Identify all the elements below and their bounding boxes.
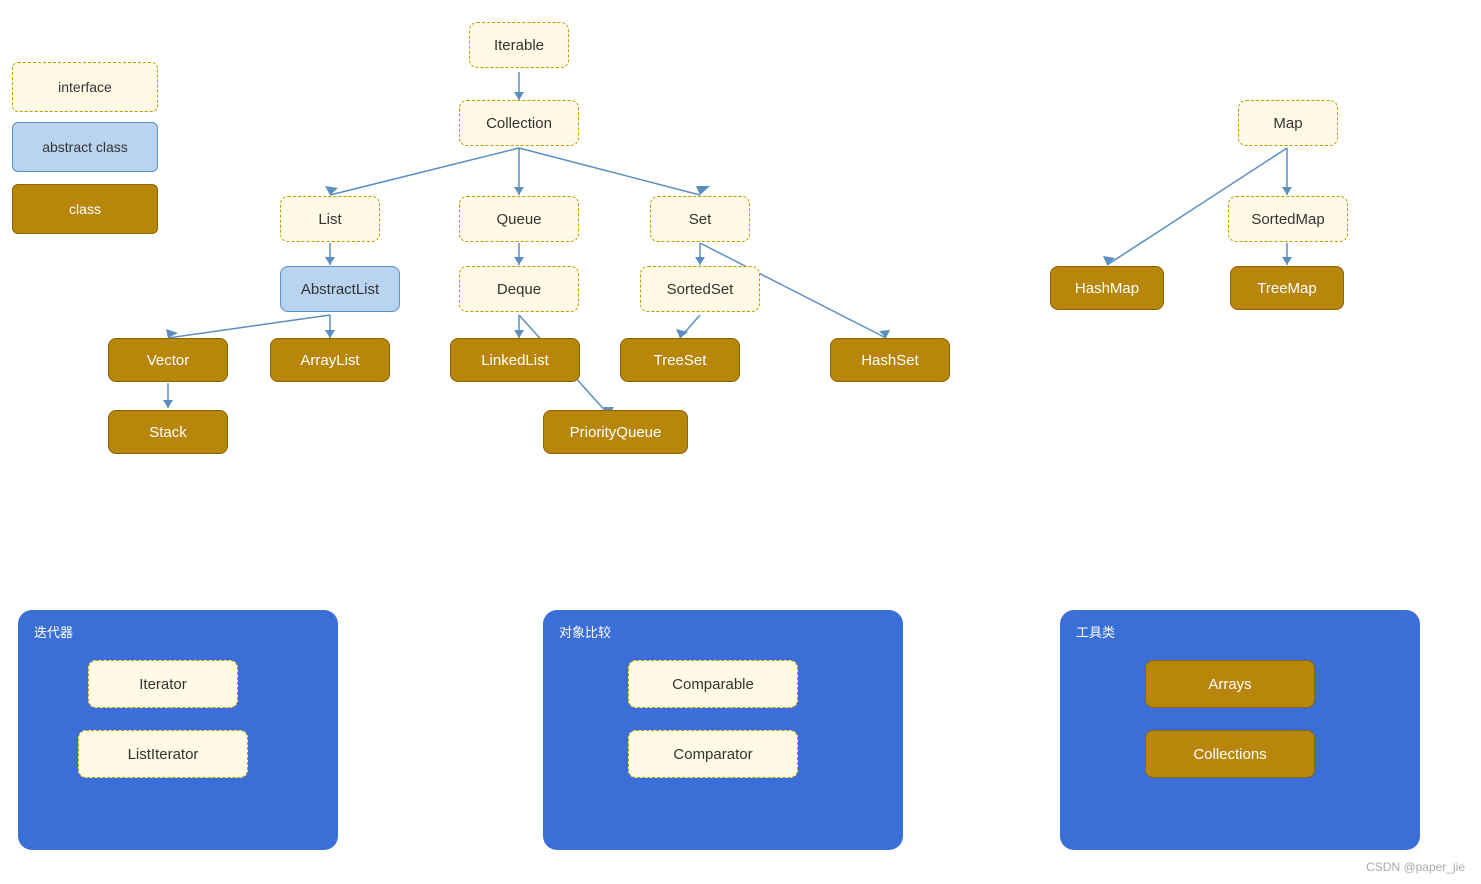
node-priority-queue: PriorityQueue xyxy=(543,410,688,454)
node-iterable: Iterable xyxy=(469,22,569,68)
watermark: CSDN @paper_jie xyxy=(1366,860,1465,874)
node-linked-list: LinkedList xyxy=(450,338,580,382)
node-sorted-set: SortedSet xyxy=(640,266,760,312)
node-hash-map: HashMap xyxy=(1050,266,1164,310)
legend-class: class xyxy=(12,184,158,234)
node-collection: Collection xyxy=(459,100,579,146)
legend-class-label: class xyxy=(69,201,101,217)
panel-compare: 对象比较 Comparable Comparator xyxy=(543,610,903,850)
node-tree-set: TreeSet xyxy=(620,338,740,382)
panel-compare-title: 对象比较 xyxy=(559,622,611,641)
node-queue: Queue xyxy=(459,196,579,242)
node-deque: Deque xyxy=(459,266,579,312)
node-collections: Collections xyxy=(1145,730,1315,778)
node-list-iterator: ListIterator xyxy=(78,730,248,778)
diagram-container: interface abstract class class Iterable … xyxy=(0,0,1481,884)
node-abstract-list: AbstractList xyxy=(280,266,400,312)
node-arrays: Arrays xyxy=(1145,660,1315,708)
panel-tools: 工具类 Arrays Collections xyxy=(1060,610,1420,850)
node-map: Map xyxy=(1238,100,1338,146)
node-comparable: Comparable xyxy=(628,660,798,708)
node-iterator: Iterator xyxy=(88,660,238,708)
legend-interface: interface xyxy=(12,62,158,112)
node-comparator: Comparator xyxy=(628,730,798,778)
node-array-list: ArrayList xyxy=(270,338,390,382)
panel-tools-title: 工具类 xyxy=(1076,622,1115,641)
panel-iterator-title: 迭代器 xyxy=(34,622,73,641)
node-set: Set xyxy=(650,196,750,242)
legend-abstract: abstract class xyxy=(12,122,158,172)
node-vector: Vector xyxy=(108,338,228,382)
node-hash-set: HashSet xyxy=(830,338,950,382)
legend-abstract-label: abstract class xyxy=(42,139,128,155)
panel-iterator: 迭代器 Iterator ListIterator xyxy=(18,610,338,850)
node-tree-map: TreeMap xyxy=(1230,266,1344,310)
node-stack: Stack xyxy=(108,410,228,454)
node-list: List xyxy=(280,196,380,242)
node-sorted-map: SortedMap xyxy=(1228,196,1348,242)
legend-interface-label: interface xyxy=(58,79,112,95)
